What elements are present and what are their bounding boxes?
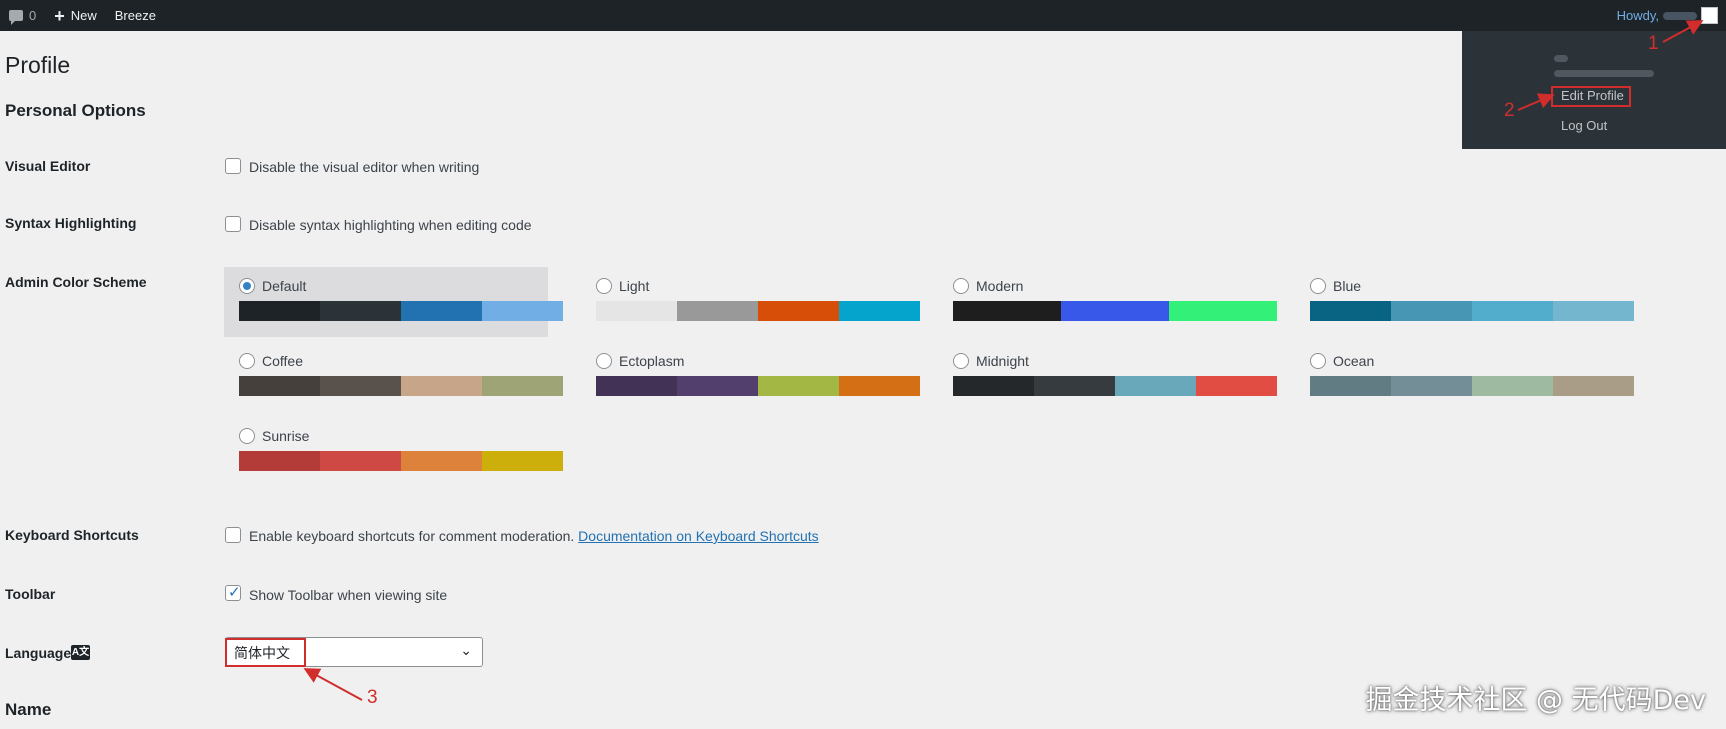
- color-scheme-name: Blue: [1333, 278, 1362, 294]
- color-scheme-coffee[interactable]: Coffee: [224, 342, 563, 412]
- color-scheme-name: Light: [619, 278, 650, 294]
- color-swatch: [953, 301, 1061, 321]
- color-swatches: [596, 301, 920, 321]
- color-swatches: [596, 376, 920, 396]
- color-swatch: [1472, 301, 1553, 321]
- color-swatch: [1115, 376, 1196, 396]
- personal-options-heading: Personal Options: [5, 101, 146, 120]
- color-swatch: [239, 376, 320, 396]
- color-swatches: [239, 376, 563, 396]
- color-swatch: [401, 451, 482, 471]
- color-swatch: [320, 376, 401, 396]
- color-swatch: [1310, 376, 1391, 396]
- color-swatch: [482, 301, 563, 321]
- color-swatches: [239, 301, 563, 321]
- color-swatch: [839, 376, 920, 396]
- color-scheme-name: Midnight: [976, 353, 1029, 369]
- color-scheme-name: Modern: [976, 278, 1024, 294]
- color-scheme-sunrise[interactable]: Sunrise: [224, 417, 563, 487]
- color-scheme-ectoplasm[interactable]: Ectoplasm: [581, 342, 920, 412]
- color-swatch: [677, 301, 758, 321]
- color-swatch: [677, 376, 758, 396]
- arrow-step-3: [303, 668, 363, 701]
- color-swatch: [1034, 376, 1115, 396]
- color-swatch: [320, 451, 401, 471]
- admin-color-scheme-label: Admin Color Scheme: [5, 274, 147, 290]
- keyboard-shortcuts-checkbox-label: Enable keyboard shortcuts for comment mo…: [249, 528, 819, 544]
- name-heading: Name: [5, 700, 52, 719]
- color-scheme-name: Default: [262, 278, 307, 294]
- color-scheme-radio[interactable]: [239, 278, 255, 294]
- visual-editor-label: Visual Editor: [5, 158, 91, 174]
- color-swatch: [1196, 376, 1277, 396]
- color-scheme-blue[interactable]: Blue: [1295, 267, 1634, 337]
- syntax-highlighting-checkbox-label: Disable syntax highlighting when editing…: [249, 217, 532, 233]
- annotation-step-3: 3: [367, 687, 378, 708]
- color-scheme-light[interactable]: Light: [581, 267, 920, 337]
- page-title: Profile: [5, 52, 71, 78]
- keyboard-shortcuts-label: Keyboard Shortcuts: [5, 527, 139, 543]
- color-swatch: [239, 301, 320, 321]
- syntax-highlighting-label: Syntax Highlighting: [5, 215, 137, 231]
- color-swatch: [482, 451, 563, 471]
- color-swatch: [401, 301, 482, 321]
- language-label: Language: [5, 645, 72, 661]
- watermark: 掘金技术社区 @ 无代码Dev: [1365, 685, 1706, 716]
- color-swatch: [1553, 301, 1634, 321]
- color-swatches: [1310, 301, 1634, 321]
- color-swatch: [596, 301, 677, 321]
- keyboard-shortcuts-checkbox[interactable]: [225, 527, 241, 543]
- color-swatch: [596, 376, 677, 396]
- keyboard-shortcuts-text: Enable keyboard shortcuts for comment mo…: [249, 528, 575, 544]
- color-scheme-radio[interactable]: [953, 353, 969, 369]
- color-swatch: [482, 376, 563, 396]
- color-scheme-radio[interactable]: [1310, 353, 1326, 369]
- color-swatch: [320, 301, 401, 321]
- color-scheme-radio[interactable]: [596, 278, 612, 294]
- color-scheme-radio[interactable]: [596, 353, 612, 369]
- color-swatch: [1391, 301, 1472, 321]
- visual-editor-checkbox-label: Disable the visual editor when writing: [249, 159, 480, 175]
- visual-editor-checkbox[interactable]: [225, 158, 241, 174]
- toolbar-checkbox[interactable]: [225, 583, 241, 601]
- color-scheme-modern[interactable]: Modern: [938, 267, 1277, 337]
- color-swatch: [1553, 376, 1634, 396]
- color-swatch: [401, 376, 482, 396]
- color-swatch: [758, 376, 839, 396]
- color-swatch: [239, 451, 320, 471]
- color-swatch: [1169, 301, 1277, 321]
- color-scheme-radio[interactable]: [953, 278, 969, 294]
- color-swatch: [1061, 301, 1169, 321]
- color-swatches: [953, 301, 1277, 321]
- color-swatch: [1472, 376, 1553, 396]
- color-swatches: [239, 451, 563, 471]
- color-swatch: [758, 301, 839, 321]
- toolbar-label: Toolbar: [5, 586, 56, 602]
- translate-icon: A文: [71, 645, 90, 660]
- language-highlight: [225, 638, 306, 667]
- color-scheme-name: Ocean: [1333, 353, 1375, 369]
- color-swatch: [1310, 301, 1391, 321]
- arrow-step-1: [1662, 20, 1704, 43]
- color-scheme-midnight[interactable]: Midnight: [938, 342, 1277, 412]
- syntax-highlighting-checkbox[interactable]: [225, 216, 241, 232]
- color-swatches: [953, 376, 1277, 396]
- color-scheme-ocean[interactable]: Ocean: [1295, 342, 1634, 412]
- keyboard-shortcuts-doc-link[interactable]: Documentation on Keyboard Shortcuts: [578, 528, 818, 544]
- color-scheme-name: Ectoplasm: [619, 353, 685, 369]
- arrow-step-2: [1517, 93, 1555, 111]
- color-swatch: [1391, 376, 1472, 396]
- color-scheme-radio[interactable]: [239, 353, 255, 369]
- color-swatches: [1310, 376, 1634, 396]
- color-scheme-name: Coffee: [262, 353, 303, 369]
- color-scheme-radio[interactable]: [1310, 278, 1326, 294]
- color-swatch: [839, 301, 920, 321]
- color-swatch: [953, 376, 1034, 396]
- chevron-down-icon: ⌄: [460, 642, 472, 658]
- color-scheme-default[interactable]: Default: [224, 267, 563, 337]
- color-scheme-radio[interactable]: [239, 428, 255, 444]
- toolbar-checkbox-label: Show Toolbar when viewing site: [249, 587, 448, 603]
- color-scheme-name: Sunrise: [262, 428, 310, 444]
